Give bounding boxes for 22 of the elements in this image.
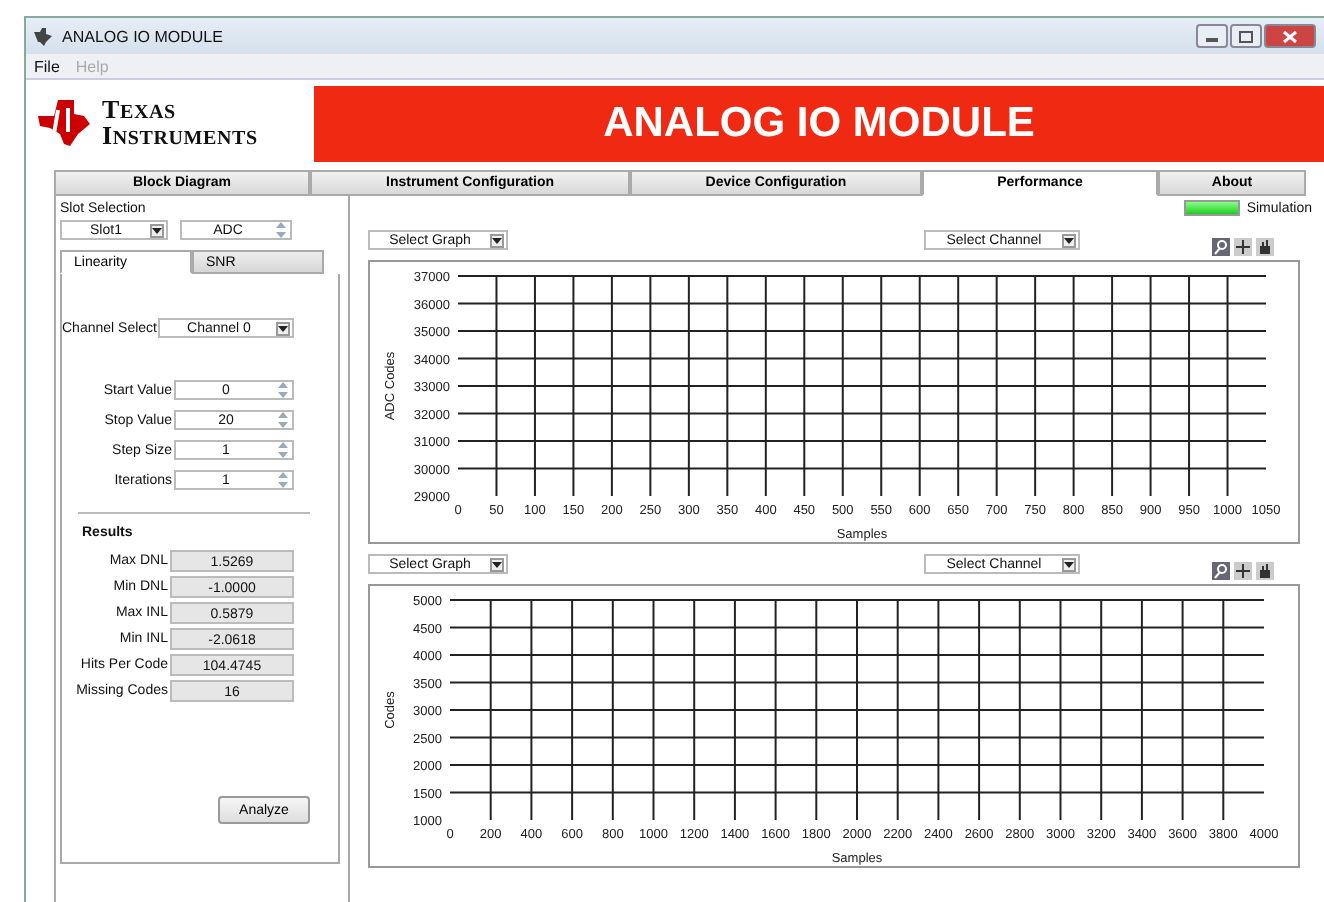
crosshair-icon[interactable] (1234, 237, 1252, 255)
close-button[interactable] (1264, 24, 1316, 48)
minimize-button[interactable] (1196, 24, 1228, 48)
caret-icon (1064, 561, 1074, 567)
caret-icon (1064, 237, 1074, 243)
logo-icon (34, 27, 54, 45)
maximize-icon (1238, 29, 1254, 43)
zoom-icon[interactable] (1212, 237, 1230, 255)
maximize-button[interactable] (1230, 24, 1262, 48)
window-title: ANALOG IO MODULE (62, 27, 223, 45)
caret-icon (152, 227, 162, 233)
zoom-icon[interactable] (1212, 561, 1230, 579)
caret-icon (492, 561, 502, 567)
close-icon (1282, 29, 1298, 43)
caret-icon (492, 237, 502, 243)
banner-title: ANALOG IO MODULE (603, 100, 1035, 148)
logo-icon (34, 98, 94, 150)
menu-item[interactable]: File (34, 57, 60, 75)
caret-icon (278, 325, 289, 331)
crosshair-icon[interactable] (1234, 561, 1252, 579)
logo-text: TEXAS (102, 98, 178, 124)
logo-text: INSTRUMENTS (102, 124, 258, 150)
